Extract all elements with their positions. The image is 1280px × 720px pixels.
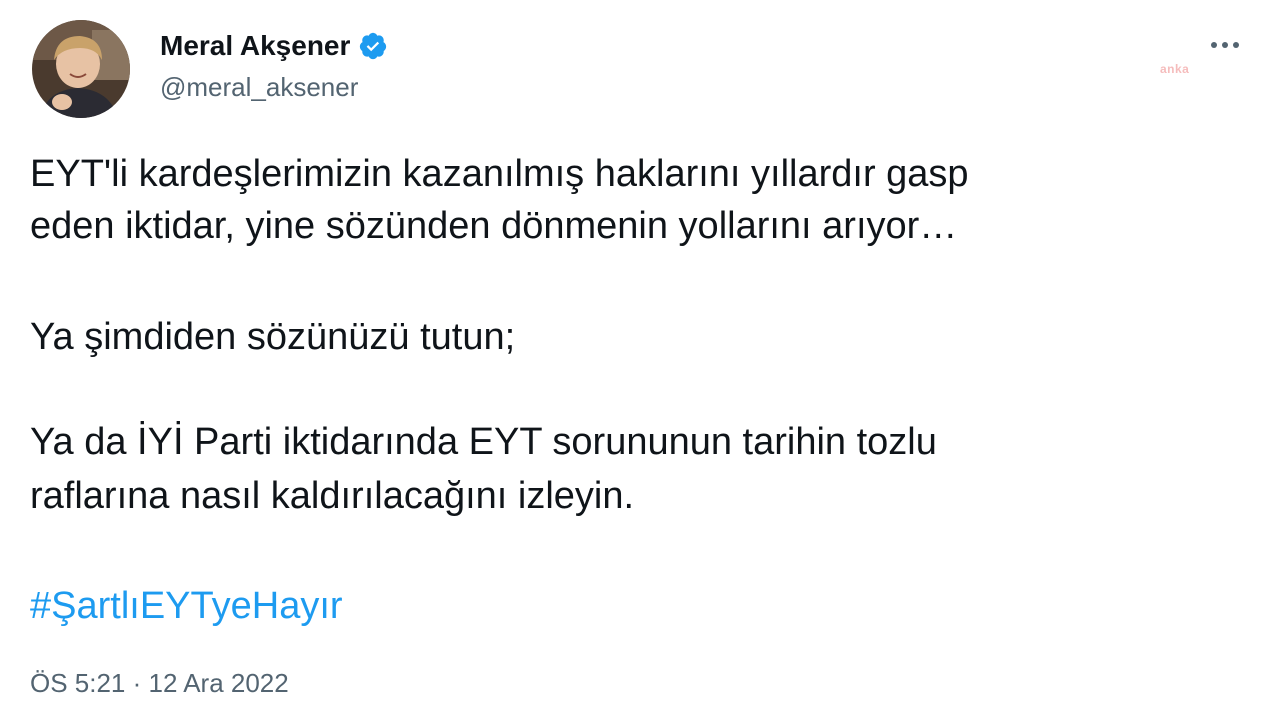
profile-photo (32, 20, 130, 118)
author-name[interactable]: Meral Akşener (160, 28, 350, 64)
tweet-text-line: Ya şimdiden sözünüzü tutun; (30, 316, 516, 358)
more-options-icon-dot (1233, 42, 1239, 48)
author-handle[interactable]: @meral_aksener (160, 70, 358, 104)
tweet-text-line: Ya da İYİ Parti iktidarında EYT sorununu… (30, 421, 937, 463)
tweet-text-line: raflarına nasıl kaldırılacağını izleyin. (30, 475, 635, 517)
more-options-button[interactable] (1200, 30, 1250, 60)
avatar[interactable] (32, 20, 130, 118)
watermark: anka (1160, 62, 1190, 76)
author-name-row[interactable]: Meral Akşener (160, 28, 388, 64)
hashtag-link[interactable]: #ŞartlıEYTyeHayır (30, 582, 343, 630)
more-options-icon (1211, 42, 1217, 48)
tweet-timestamp[interactable]: ÖS 5:21 · 12 Ara 2022 (30, 666, 289, 700)
tweet-text-line: eden iktidar, yine sözünden dönmenin yol… (30, 205, 958, 247)
verified-badge-icon (358, 31, 388, 61)
tweet-text-line: EYT'li kardeşlerimizin kazanılmış haklar… (30, 153, 969, 195)
more-options-icon-dot (1222, 42, 1228, 48)
